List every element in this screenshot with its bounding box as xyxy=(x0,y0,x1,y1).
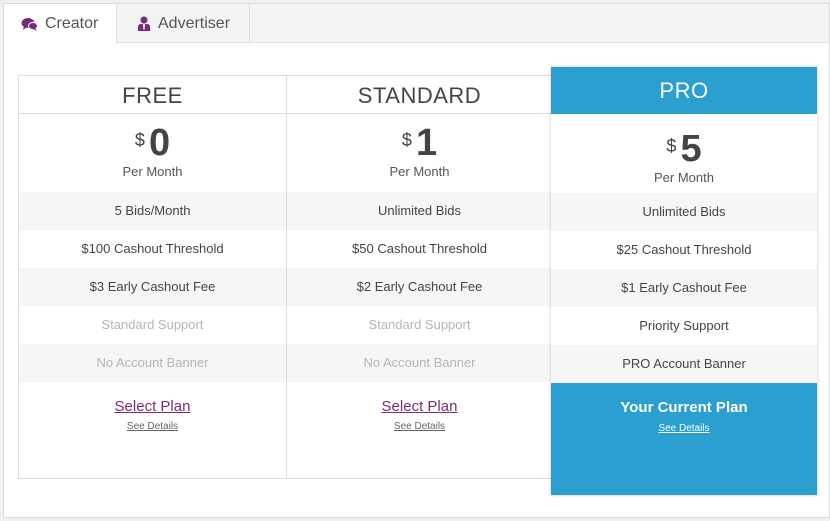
current-plan-label: Your Current Plan xyxy=(620,399,748,416)
tab-advertiser-label: Advertiser xyxy=(158,14,231,32)
select-plan-link[interactable]: Select Plan xyxy=(19,398,286,415)
price-amount: 5 xyxy=(680,128,702,170)
feature-banner: PRO Account Banner xyxy=(551,345,817,383)
feature-banner: No Account Banner xyxy=(19,344,286,382)
user-tie-icon xyxy=(137,16,151,31)
plan-cta: Select Plan See Details xyxy=(19,382,286,432)
price-amount: 1 xyxy=(415,122,438,164)
feature-cashout-threshold: $25 Cashout Threshold xyxy=(616,242,752,257)
currency-symbol: $ xyxy=(401,130,412,150)
plan-standard: STANDARD $1 Per Month Unlimited Bids $50… xyxy=(286,76,553,478)
see-details-link[interactable]: See Details xyxy=(551,423,817,434)
tab-advertiser[interactable]: Advertiser xyxy=(117,4,250,43)
feature-cashout-fee: $1 Early Cashout Fee xyxy=(551,269,817,307)
feature-bids: 5 Bids/Month xyxy=(19,192,286,230)
plan-price: $0 Per Month xyxy=(19,114,286,192)
price-amount: 0 xyxy=(148,122,171,164)
price-period: Per Month xyxy=(389,164,450,179)
tab-creator-label: Creator xyxy=(45,15,99,32)
see-details-link[interactable]: See Details xyxy=(287,421,552,432)
feature-cashout-fee: $2 Early Cashout Fee xyxy=(287,268,552,306)
feature-bids: Unlimited Bids xyxy=(551,193,817,231)
plan-cta: Your Current Plan See Details xyxy=(551,383,817,495)
plan-price: $1 Per Month xyxy=(287,114,552,192)
feature-cashout-threshold: $50 Cashout Threshold xyxy=(352,241,487,256)
feature-bids: Unlimited Bids xyxy=(287,192,552,230)
plan-price: $5 Per Month xyxy=(551,114,817,192)
plan-name: FREE xyxy=(19,76,286,114)
feature-support: Priority Support xyxy=(639,318,729,333)
feature-banner: No Account Banner xyxy=(287,344,552,382)
plan-name: STANDARD xyxy=(287,76,552,114)
feature-cashout-fee: $3 Early Cashout Fee xyxy=(19,268,286,306)
see-details-link[interactable]: See Details xyxy=(19,421,286,432)
plan-pro: PRO $5 Per Month Unlimited Bids $25 Cash… xyxy=(551,67,817,495)
select-plan-link[interactable]: Select Plan xyxy=(287,398,552,415)
plan-free: FREE $0 Per Month 5 Bids/Month $100 Cash… xyxy=(19,76,286,478)
feature-support: Standard Support xyxy=(368,317,471,332)
price-period: Per Month xyxy=(654,170,714,185)
plan-name: PRO xyxy=(551,67,817,114)
feature-support: Standard Support xyxy=(101,317,204,332)
price-period: Per Month xyxy=(122,164,183,179)
plan-features: Unlimited Bids $25 Cashout Threshold $1 … xyxy=(551,193,817,383)
chat-bubbles-icon xyxy=(21,17,38,32)
tab-creator[interactable]: Creator xyxy=(4,4,117,44)
plans-panel: Creator Advertiser FREE $0 Per Month 5 B… xyxy=(3,3,830,518)
tab-bar: Creator Advertiser xyxy=(4,4,829,44)
feature-cashout-threshold: $100 Cashout Threshold xyxy=(81,241,224,256)
currency-symbol: $ xyxy=(134,130,145,150)
currency-symbol: $ xyxy=(666,136,677,156)
plan-cta: Select Plan See Details xyxy=(287,382,552,432)
